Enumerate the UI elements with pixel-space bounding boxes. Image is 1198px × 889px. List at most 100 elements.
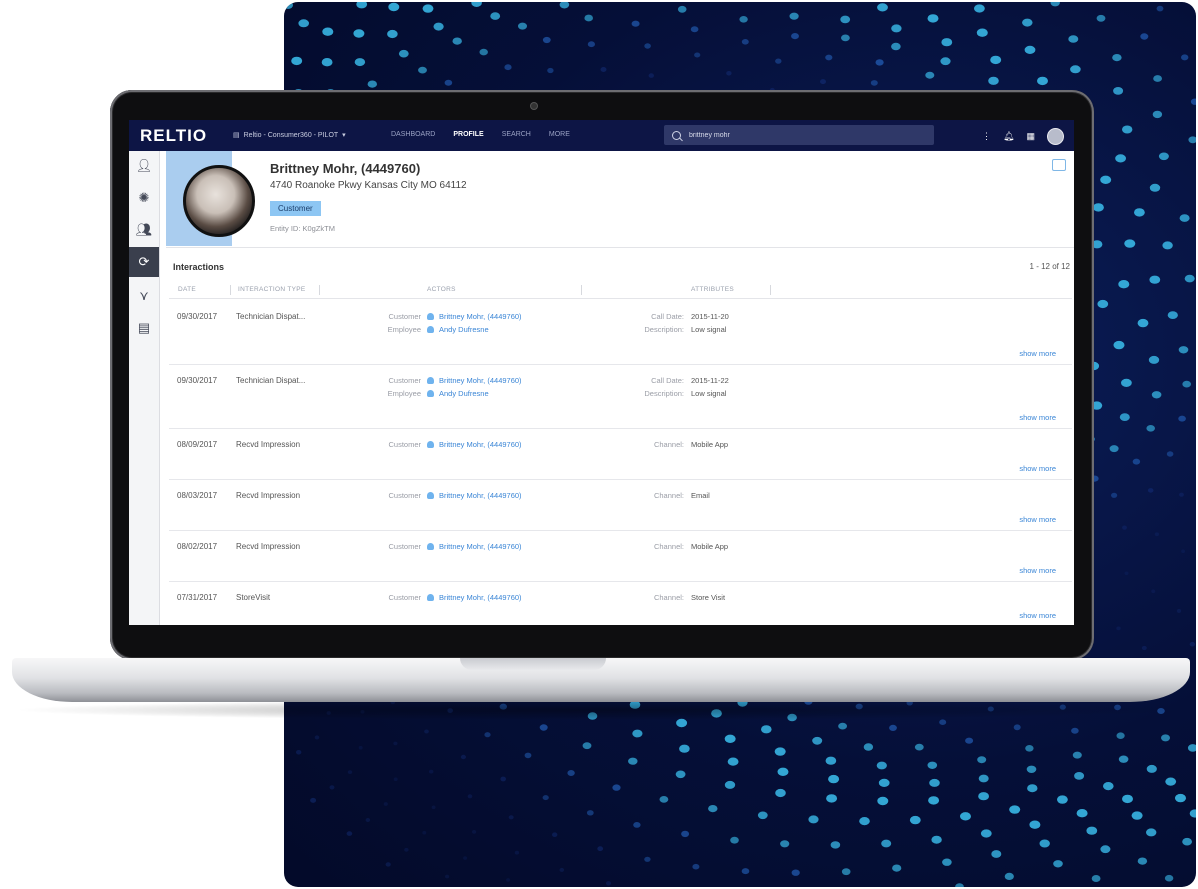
col-interaction-type[interactable]: INTERACTION TYPE xyxy=(238,286,306,293)
table-row[interactable]: 09/30/2017 Technician Dispat... Customer Br… xyxy=(169,300,1072,365)
person-icon xyxy=(427,543,434,550)
col-separator xyxy=(770,285,771,295)
tenant-label: Reltio - Consumer360 - PILOT xyxy=(243,131,339,139)
chevron-down-icon: ▾ xyxy=(342,132,346,139)
row-date: 08/09/2017 xyxy=(177,440,218,449)
show-more-link[interactable]: show more xyxy=(1019,413,1056,422)
actor-link[interactable]: Andy Dufresne xyxy=(427,389,489,398)
nav-more[interactable]: MORE xyxy=(549,131,570,138)
nav-search[interactable]: SEARCH xyxy=(502,131,531,138)
attribute-key: Description: xyxy=(644,389,684,398)
profile-address: 4740 Roanoke Pkwy Kansas City MO 64112 xyxy=(270,180,467,191)
attribute-value: Email xyxy=(691,491,710,500)
show-more-link[interactable]: show more xyxy=(1019,611,1056,620)
actor-role: Employee xyxy=(387,325,421,334)
row-interaction-type: Technician Dispat... xyxy=(236,312,306,321)
camera-icon xyxy=(531,103,537,109)
actor-name: Brittney Mohr, (4449760) xyxy=(439,376,522,385)
table-row[interactable]: 08/09/2017 Recvd Impression Customer Brittn… xyxy=(169,428,1072,480)
show-more-link[interactable]: show more xyxy=(1019,464,1056,473)
attribute-key: Description: xyxy=(644,325,684,334)
bell-icon[interactable]: 🔔︎ xyxy=(1003,131,1014,142)
entity-id: Entity ID: K0gZkTM xyxy=(270,224,336,233)
actor-link[interactable]: Brittney Mohr, (4449760) xyxy=(427,542,522,551)
actor-name: Brittney Mohr, (4449760) xyxy=(439,542,522,551)
people-icon[interactable]: 👥︎ xyxy=(129,215,159,245)
header-divider xyxy=(166,247,1074,248)
interactions-icon[interactable]: ⟳ xyxy=(129,247,159,277)
col-separator xyxy=(319,285,320,295)
nav-dashboard[interactable]: DASHBOARD xyxy=(391,131,435,138)
col-separator xyxy=(230,285,231,295)
table-row[interactable]: 08/03/2017 Recvd Impression Customer Brittn… xyxy=(169,479,1072,531)
attribute-key: Channel: xyxy=(653,491,684,500)
table-row[interactable]: 08/02/2017 Recvd Impression Customer Brittn… xyxy=(169,530,1072,582)
interactions-pager: 1 - 12 of 12 xyxy=(1029,262,1070,271)
show-more-link[interactable]: show more xyxy=(1019,349,1056,358)
search-input[interactable] xyxy=(687,130,921,140)
actor-role: Customer xyxy=(388,542,421,551)
table-row[interactable]: 09/30/2017 Technician Dispat... Customer Br… xyxy=(169,364,1072,429)
more-vert-icon[interactable]: ⋮ xyxy=(982,131,991,142)
actor-link[interactable]: Brittney Mohr, (4449760) xyxy=(427,440,522,449)
network-icon[interactable]: ✺ xyxy=(129,183,159,213)
attribute-key: Call Date: xyxy=(651,312,684,321)
hierarchy-icon[interactable]: ⋎ xyxy=(129,281,159,311)
person-icon xyxy=(427,492,434,499)
person-icon xyxy=(427,441,434,448)
row-interaction-type: Recvd Impression xyxy=(236,542,301,551)
person-icon xyxy=(427,594,434,601)
actor-role: Customer xyxy=(388,440,421,449)
grid-icon[interactable]: ▦ xyxy=(1026,131,1035,142)
actor-role: Customer xyxy=(388,491,421,500)
col-actors[interactable]: ACTORS xyxy=(427,286,456,293)
row-date: 09/30/2017 xyxy=(177,376,218,385)
show-more-link[interactable]: show more xyxy=(1019,515,1056,524)
attribute-value: Low signal xyxy=(691,325,727,334)
table-row[interactable]: 07/31/2017 StoreVisit Customer Brittney Moh… xyxy=(169,581,1072,625)
actor-role: Customer xyxy=(388,593,421,602)
attribute-key: Channel: xyxy=(653,593,684,602)
col-attributes[interactable]: ATTRIBUTES xyxy=(691,286,734,293)
actor-name: Brittney Mohr, (4449760) xyxy=(439,440,522,449)
actor-name: Andy Dufresne xyxy=(439,389,489,398)
attribute-key: Call Date: xyxy=(651,376,684,385)
tenant-icon: ▤ xyxy=(233,132,240,139)
row-interaction-type: StoreVisit xyxy=(236,593,271,602)
app-screen: RELTIO ▤ Reltio - Consumer360 - PILOT ▾ … xyxy=(129,120,1074,625)
interactions-title: Interactions xyxy=(173,262,225,272)
actor-link[interactable]: Brittney Mohr, (4449760) xyxy=(427,491,522,500)
person-icon xyxy=(427,377,434,384)
person-icon xyxy=(427,313,434,320)
entity-type-badge: Customer xyxy=(270,201,321,216)
actor-name: Brittney Mohr, (4449760) xyxy=(439,491,522,500)
table-icon[interactable]: ▤ xyxy=(129,313,159,343)
user-avatar[interactable] xyxy=(1047,128,1064,145)
nav-profile[interactable]: PROFILE xyxy=(453,131,483,138)
person-icon[interactable]: 👤︎ xyxy=(129,151,159,181)
row-date: 09/30/2017 xyxy=(177,312,218,321)
laptop-shadow xyxy=(10,700,1190,720)
person-icon xyxy=(427,390,434,397)
actor-role: Customer xyxy=(388,376,421,385)
app-logo[interactable]: RELTIO xyxy=(140,126,207,146)
row-interaction-type: Recvd Impression xyxy=(236,440,301,449)
row-interaction-type: Recvd Impression xyxy=(236,491,301,500)
search-icon xyxy=(672,130,681,140)
actor-link[interactable]: Andy Dufresne xyxy=(427,325,489,334)
tenant-selector[interactable]: ▤ Reltio - Consumer360 - PILOT ▾ xyxy=(233,131,346,140)
actor-name: Brittney Mohr, (4449760) xyxy=(439,593,522,602)
row-interaction-type: Technician Dispat... xyxy=(236,376,306,385)
global-search xyxy=(664,125,934,145)
actor-link[interactable]: Brittney Mohr, (4449760) xyxy=(427,593,522,602)
col-date[interactable]: DATE xyxy=(178,286,196,293)
actor-link[interactable]: Brittney Mohr, (4449760) xyxy=(427,312,522,321)
row-date: 08/03/2017 xyxy=(177,491,218,500)
row-date: 07/31/2017 xyxy=(177,593,218,602)
show-more-link[interactable]: show more xyxy=(1019,566,1056,575)
actor-name: Andy Dufresne xyxy=(439,325,489,334)
attribute-value: Low signal xyxy=(691,389,727,398)
comment-icon[interactable] xyxy=(1052,159,1066,171)
attribute-value: Mobile App xyxy=(691,542,729,551)
actor-link[interactable]: Brittney Mohr, (4449760) xyxy=(427,376,522,385)
